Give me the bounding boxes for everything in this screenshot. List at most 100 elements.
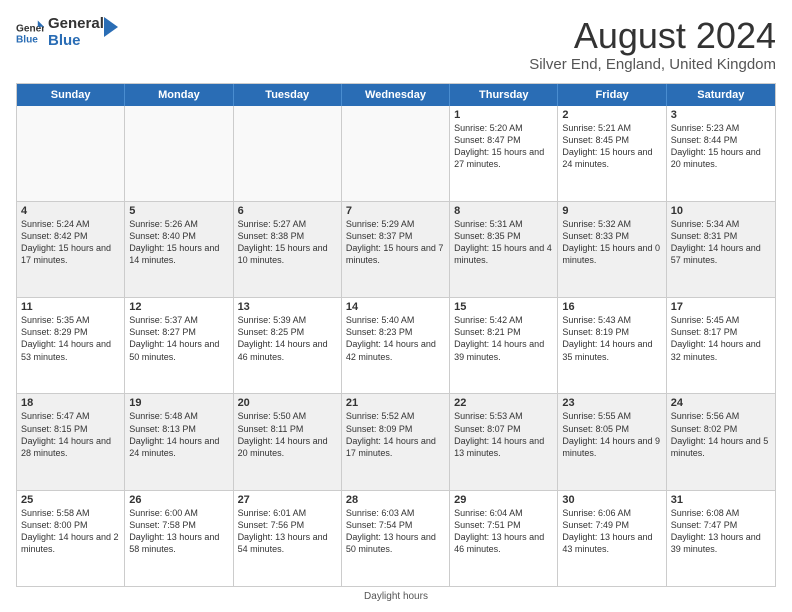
cell-details: Sunrise: 5:26 AMSunset: 8:40 PMDaylight:… xyxy=(129,218,228,267)
calendar-cell xyxy=(342,106,450,201)
cell-details: Sunrise: 5:45 AMSunset: 8:17 PMDaylight:… xyxy=(671,314,771,363)
calendar-cell: 16Sunrise: 5:43 AMSunset: 8:19 PMDayligh… xyxy=(558,298,666,393)
day-header-friday: Friday xyxy=(558,84,666,106)
calendar-cell: 31Sunrise: 6:08 AMSunset: 7:47 PMDayligh… xyxy=(667,491,775,586)
page-header: General Blue General Blue August 2024 Si… xyxy=(16,16,776,73)
logo-general-text: General xyxy=(48,16,104,33)
calendar-cell: 7Sunrise: 5:29 AMSunset: 8:37 PMDaylight… xyxy=(342,202,450,297)
logo-blue-text: Blue xyxy=(48,33,104,50)
day-number: 1 xyxy=(454,109,553,121)
calendar-cell: 11Sunrise: 5:35 AMSunset: 8:29 PMDayligh… xyxy=(17,298,125,393)
cell-details: Sunrise: 5:23 AMSunset: 8:44 PMDaylight:… xyxy=(671,122,771,171)
cell-details: Sunrise: 5:31 AMSunset: 8:35 PMDaylight:… xyxy=(454,218,553,267)
day-number: 20 xyxy=(238,397,337,409)
day-number: 3 xyxy=(671,109,771,121)
location-subtitle: Silver End, England, United Kingdom xyxy=(529,56,776,73)
day-number: 10 xyxy=(671,205,771,217)
calendar-cell: 17Sunrise: 5:45 AMSunset: 8:17 PMDayligh… xyxy=(667,298,775,393)
cell-details: Sunrise: 6:00 AMSunset: 7:58 PMDaylight:… xyxy=(129,507,228,556)
day-number: 30 xyxy=(562,494,661,506)
calendar-cell: 25Sunrise: 5:58 AMSunset: 8:00 PMDayligh… xyxy=(17,491,125,586)
logo: General Blue General Blue xyxy=(16,16,118,49)
month-year-title: August 2024 xyxy=(529,16,776,56)
cell-details: Sunrise: 6:01 AMSunset: 7:56 PMDaylight:… xyxy=(238,507,337,556)
calendar-cell: 10Sunrise: 5:34 AMSunset: 8:31 PMDayligh… xyxy=(667,202,775,297)
cell-details: Sunrise: 6:06 AMSunset: 7:49 PMDaylight:… xyxy=(562,507,661,556)
day-number: 5 xyxy=(129,205,228,217)
calendar-header: SundayMondayTuesdayWednesdayThursdayFrid… xyxy=(17,84,775,106)
logo-arrow-icon xyxy=(104,17,118,37)
calendar-cell: 22Sunrise: 5:53 AMSunset: 8:07 PMDayligh… xyxy=(450,394,558,489)
day-number: 25 xyxy=(21,494,120,506)
day-header-wednesday: Wednesday xyxy=(342,84,450,106)
day-header-sunday: Sunday xyxy=(17,84,125,106)
day-header-monday: Monday xyxy=(125,84,233,106)
day-number: 16 xyxy=(562,301,661,313)
calendar-cell: 14Sunrise: 5:40 AMSunset: 8:23 PMDayligh… xyxy=(342,298,450,393)
cell-details: Sunrise: 5:40 AMSunset: 8:23 PMDaylight:… xyxy=(346,314,445,363)
cell-details: Sunrise: 5:20 AMSunset: 8:47 PMDaylight:… xyxy=(454,122,553,171)
cell-details: Sunrise: 5:29 AMSunset: 8:37 PMDaylight:… xyxy=(346,218,445,267)
calendar-cell: 2Sunrise: 5:21 AMSunset: 8:45 PMDaylight… xyxy=(558,106,666,201)
calendar-cell: 27Sunrise: 6:01 AMSunset: 7:56 PMDayligh… xyxy=(234,491,342,586)
day-number: 21 xyxy=(346,397,445,409)
cell-details: Sunrise: 5:42 AMSunset: 8:21 PMDaylight:… xyxy=(454,314,553,363)
day-number: 26 xyxy=(129,494,228,506)
calendar-cell: 20Sunrise: 5:50 AMSunset: 8:11 PMDayligh… xyxy=(234,394,342,489)
cell-details: Sunrise: 5:56 AMSunset: 8:02 PMDaylight:… xyxy=(671,410,771,459)
calendar: SundayMondayTuesdayWednesdayThursdayFrid… xyxy=(16,83,776,587)
calendar-row-1: 1Sunrise: 5:20 AMSunset: 8:47 PMDaylight… xyxy=(17,106,775,201)
day-number: 2 xyxy=(562,109,661,121)
day-header-thursday: Thursday xyxy=(450,84,558,106)
calendar-cell xyxy=(125,106,233,201)
cell-details: Sunrise: 5:34 AMSunset: 8:31 PMDaylight:… xyxy=(671,218,771,267)
calendar-cell xyxy=(17,106,125,201)
calendar-cell: 21Sunrise: 5:52 AMSunset: 8:09 PMDayligh… xyxy=(342,394,450,489)
calendar-cell: 4Sunrise: 5:24 AMSunset: 8:42 PMDaylight… xyxy=(17,202,125,297)
calendar-cell: 6Sunrise: 5:27 AMSunset: 8:38 PMDaylight… xyxy=(234,202,342,297)
day-number: 24 xyxy=(671,397,771,409)
calendar-cell: 29Sunrise: 6:04 AMSunset: 7:51 PMDayligh… xyxy=(450,491,558,586)
calendar-body: 1Sunrise: 5:20 AMSunset: 8:47 PMDaylight… xyxy=(17,106,775,586)
day-number: 31 xyxy=(671,494,771,506)
day-number: 14 xyxy=(346,301,445,313)
calendar-cell: 1Sunrise: 5:20 AMSunset: 8:47 PMDaylight… xyxy=(450,106,558,201)
cell-details: Sunrise: 5:53 AMSunset: 8:07 PMDaylight:… xyxy=(454,410,553,459)
calendar-cell: 28Sunrise: 6:03 AMSunset: 7:54 PMDayligh… xyxy=(342,491,450,586)
calendar-cell: 18Sunrise: 5:47 AMSunset: 8:15 PMDayligh… xyxy=(17,394,125,489)
day-number: 17 xyxy=(671,301,771,313)
cell-details: Sunrise: 5:48 AMSunset: 8:13 PMDaylight:… xyxy=(129,410,228,459)
cell-details: Sunrise: 5:43 AMSunset: 8:19 PMDaylight:… xyxy=(562,314,661,363)
calendar-cell: 13Sunrise: 5:39 AMSunset: 8:25 PMDayligh… xyxy=(234,298,342,393)
cell-details: Sunrise: 5:39 AMSunset: 8:25 PMDaylight:… xyxy=(238,314,337,363)
day-number: 9 xyxy=(562,205,661,217)
svg-text:Blue: Blue xyxy=(16,34,38,45)
footer-note: Daylight hours xyxy=(16,591,776,602)
calendar-cell xyxy=(234,106,342,201)
calendar-cell: 3Sunrise: 5:23 AMSunset: 8:44 PMDaylight… xyxy=(667,106,775,201)
cell-details: Sunrise: 5:50 AMSunset: 8:11 PMDaylight:… xyxy=(238,410,337,459)
day-number: 13 xyxy=(238,301,337,313)
calendar-cell: 30Sunrise: 6:06 AMSunset: 7:49 PMDayligh… xyxy=(558,491,666,586)
calendar-row-2: 4Sunrise: 5:24 AMSunset: 8:42 PMDaylight… xyxy=(17,201,775,297)
day-number: 22 xyxy=(454,397,553,409)
day-number: 8 xyxy=(454,205,553,217)
cell-details: Sunrise: 5:24 AMSunset: 8:42 PMDaylight:… xyxy=(21,218,120,267)
calendar-cell: 8Sunrise: 5:31 AMSunset: 8:35 PMDaylight… xyxy=(450,202,558,297)
cell-details: Sunrise: 5:47 AMSunset: 8:15 PMDaylight:… xyxy=(21,410,120,459)
day-number: 27 xyxy=(238,494,337,506)
calendar-cell: 9Sunrise: 5:32 AMSunset: 8:33 PMDaylight… xyxy=(558,202,666,297)
day-number: 15 xyxy=(454,301,553,313)
day-header-saturday: Saturday xyxy=(667,84,775,106)
calendar-row-5: 25Sunrise: 5:58 AMSunset: 8:00 PMDayligh… xyxy=(17,490,775,586)
cell-details: Sunrise: 5:32 AMSunset: 8:33 PMDaylight:… xyxy=(562,218,661,267)
cell-details: Sunrise: 5:58 AMSunset: 8:00 PMDaylight:… xyxy=(21,507,120,556)
day-number: 23 xyxy=(562,397,661,409)
day-number: 28 xyxy=(346,494,445,506)
day-number: 7 xyxy=(346,205,445,217)
day-number: 29 xyxy=(454,494,553,506)
day-number: 12 xyxy=(129,301,228,313)
title-block: August 2024 Silver End, England, United … xyxy=(529,16,776,73)
cell-details: Sunrise: 5:37 AMSunset: 8:27 PMDaylight:… xyxy=(129,314,228,363)
cell-details: Sunrise: 5:21 AMSunset: 8:45 PMDaylight:… xyxy=(562,122,661,171)
